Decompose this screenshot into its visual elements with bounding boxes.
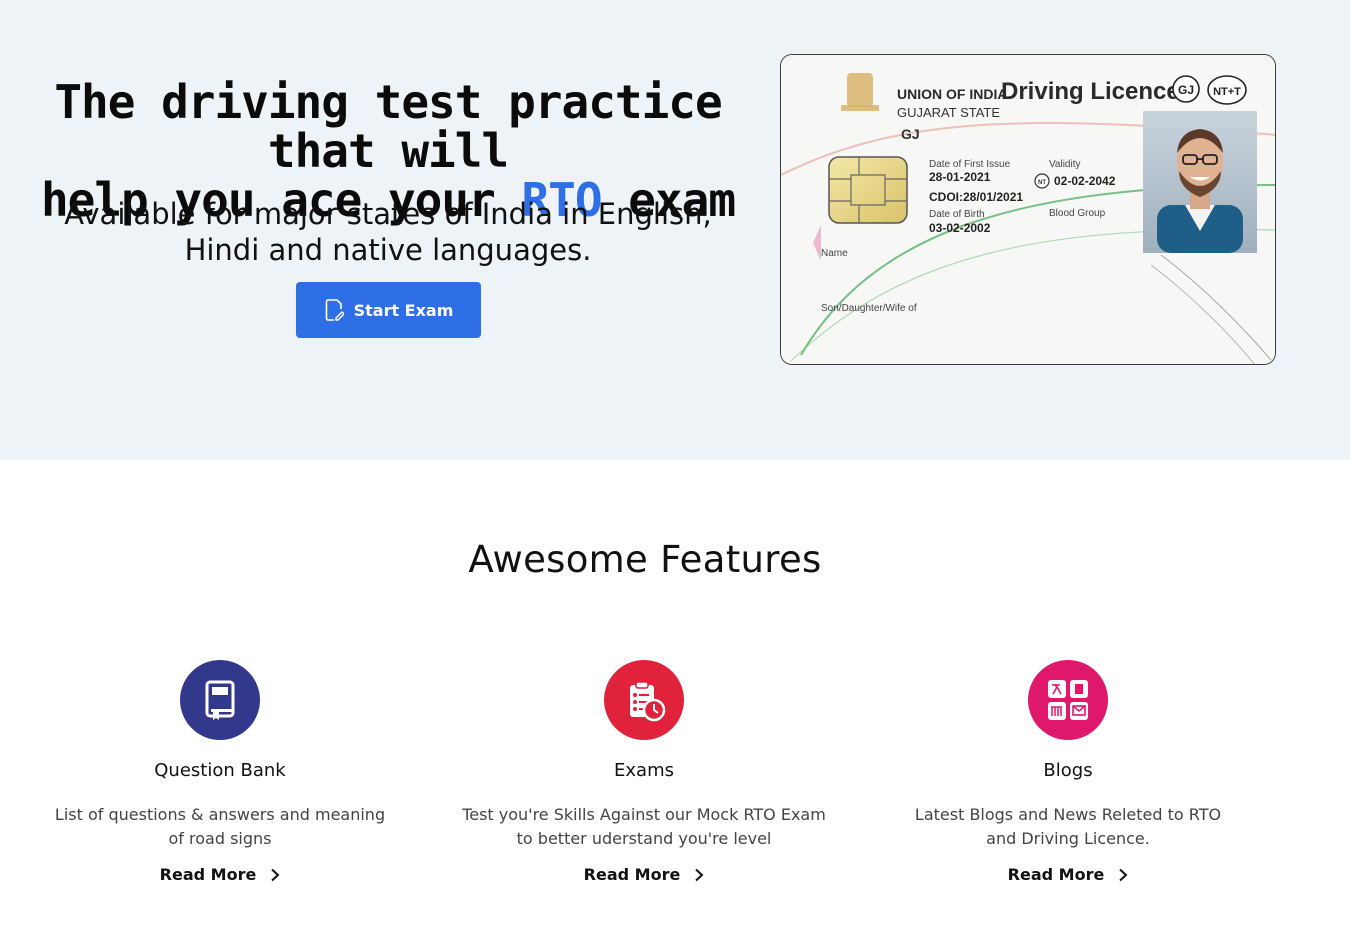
feature-desc: Test you're Skills Against our Mock RTO …: [462, 805, 826, 848]
licence-badge-class: NT+T: [1213, 86, 1241, 98]
licence-number: GJ: [901, 126, 920, 142]
blog-grid-icon: [1028, 660, 1108, 740]
licence-validity-badge: NT: [1038, 180, 1046, 186]
read-more-label: Read More: [583, 865, 681, 884]
licence-first-issue-label: Date of First Issue: [929, 159, 1011, 170]
read-more-link[interactable]: Read More: [584, 865, 705, 884]
features-title: Awesome Features: [468, 538, 822, 581]
hero-title-line1: The driving test practice that will: [54, 75, 722, 178]
hero-section: The driving test practice that will help…: [0, 0, 1350, 460]
driving-licence-image: UNION OF INDIA Driving Licence GUJARAT S…: [780, 54, 1276, 365]
feature-desc: List of questions & answers and meaning …: [54, 805, 386, 848]
chevron-right-icon: [1119, 868, 1128, 881]
clipboard-clock-icon: [604, 660, 684, 740]
feature-blogs: Blogs Latest Blogs and News Releted to R…: [868, 660, 1268, 884]
licence-title: Driving Licence: [1001, 78, 1180, 105]
licence-cdoi-label: CDOI:: [929, 190, 963, 204]
licence-dob-value: 03-02-2002: [929, 221, 991, 235]
licence-photo: [1143, 111, 1257, 253]
chip-icon: [828, 156, 908, 224]
licence-cdoi-value: 28/01/2021: [963, 190, 1023, 204]
feature-title: Question Bank: [154, 760, 286, 781]
edit-document-icon: [325, 299, 344, 321]
feature-title: Exams: [614, 760, 674, 781]
feature-desc: Latest Blogs and News Releted to RTO and…: [914, 805, 1222, 848]
start-exam-button[interactable]: Start Exam: [296, 282, 481, 338]
licence-name-label: Name: [821, 248, 848, 259]
hero-subtitle: Available for major states of India in E…: [64, 197, 712, 267]
feature-question-bank: Question Bank List of questions & answer…: [20, 660, 420, 884]
licence-validity-value: 02-02-2042: [1054, 174, 1116, 188]
licence-blood-label: Blood Group: [1049, 208, 1106, 219]
read-more-link[interactable]: Read More: [160, 865, 281, 884]
licence-state: GUJARAT STATE: [897, 105, 1000, 120]
chevron-right-icon: [695, 868, 704, 881]
feature-exams: Exams Test you're Skills Against our Moc…: [444, 660, 844, 884]
licence-badge-state: GJ: [1178, 83, 1194, 97]
read-more-label: Read More: [1007, 865, 1105, 884]
feature-title: Blogs: [1043, 760, 1093, 781]
book-icon: [180, 660, 260, 740]
read-more-label: Read More: [159, 865, 257, 884]
licence-relation-label: Son/Daughter/Wife of: [821, 303, 917, 314]
licence-union: UNION OF INDIA: [897, 86, 1007, 102]
licence-first-issue-value: 28-01-2021: [929, 170, 991, 184]
licence-dob-label: Date of Birth: [929, 209, 985, 220]
chevron-right-icon: [271, 868, 280, 881]
read-more-link[interactable]: Read More: [1008, 865, 1129, 884]
start-exam-label: Start Exam: [353, 300, 454, 320]
licence-validity-label: Validity: [1049, 159, 1081, 170]
